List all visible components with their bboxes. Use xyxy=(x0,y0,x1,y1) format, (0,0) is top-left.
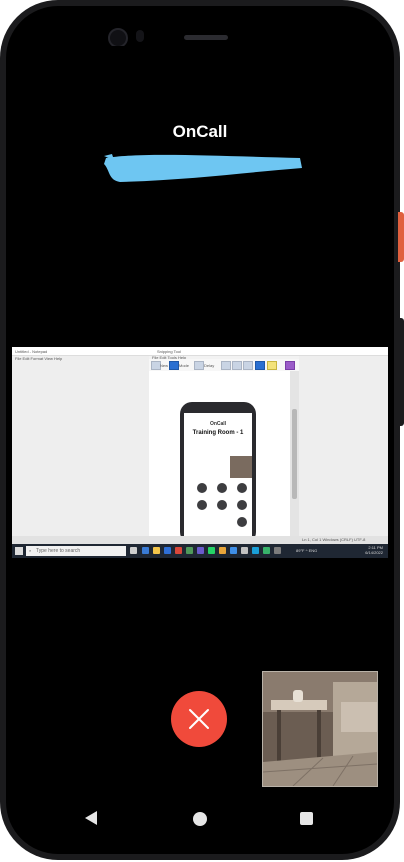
explorer-icon xyxy=(153,547,160,554)
excel-icon xyxy=(186,547,193,554)
taskbar-search-placeholder: Type here to search xyxy=(36,548,81,554)
highlighter-icon xyxy=(267,361,277,370)
self-view-frame xyxy=(263,672,377,786)
status-text: Ln 1, Col 1 Windows (CRLF) UTF-8 xyxy=(302,537,366,542)
word-icon xyxy=(164,547,171,554)
whatsapp-icon xyxy=(208,547,215,554)
delay-icon xyxy=(194,361,204,370)
snip-scrollbar xyxy=(290,371,299,544)
self-view-video[interactable] xyxy=(262,671,378,787)
mini-phone-screenshot: OnCall Training Room - 1 xyxy=(180,402,256,544)
snipping-taskbar-icon xyxy=(274,547,281,554)
redaction-scribble xyxy=(104,154,302,182)
pen-icon xyxy=(255,361,265,370)
taskview-icon xyxy=(130,547,137,554)
outlook-icon xyxy=(230,547,237,554)
mode-icon xyxy=(169,361,179,370)
close-icon xyxy=(189,709,209,729)
back-triangle-icon[interactable] xyxy=(84,810,98,826)
taskbar-search: ⌕ Type here to search xyxy=(26,546,126,556)
call-screen: OnCall Untitled - Notepad File Edit Form… xyxy=(12,46,388,798)
snip-mode-label: Mode xyxy=(179,363,190,368)
snipping-title: Snipping Tool xyxy=(157,349,181,354)
paint3d-icon xyxy=(285,361,295,370)
windows-taskbar: ⌕ Type here to search 89°F ^ ENG 2:11 PM… xyxy=(12,544,388,558)
volume-button xyxy=(398,318,404,426)
snip-delay-label: Delay xyxy=(204,363,215,368)
app4-icon xyxy=(263,547,270,554)
mini-mic-icon xyxy=(197,483,207,493)
save-icon xyxy=(221,361,231,370)
snip-new-label: New xyxy=(160,363,169,368)
recent-square-icon[interactable] xyxy=(300,812,313,825)
system-tray: 89°F ^ ENG xyxy=(296,548,318,553)
background-window xyxy=(299,347,388,544)
chrome-icon xyxy=(175,547,182,554)
mini-share-icon xyxy=(197,500,207,510)
mini-app-title: OnCall xyxy=(209,421,227,427)
mini-camera-icon xyxy=(217,483,227,493)
teams-icon xyxy=(197,547,204,554)
home-circle-icon[interactable] xyxy=(193,812,207,826)
windows-start-icon xyxy=(15,547,23,555)
app-icon xyxy=(219,547,226,554)
notepad-window: Untitled - Notepad File Edit Format View… xyxy=(12,347,150,544)
mini-call-screen: OnCall Training Room - 1 xyxy=(184,413,252,544)
copy-icon xyxy=(232,361,242,370)
app3-icon xyxy=(252,547,259,554)
app2-icon xyxy=(241,547,248,554)
snip-canvas: OnCall Training Room - 1 xyxy=(149,371,290,544)
mini-room-title: Training Room - 1 xyxy=(192,430,244,436)
search-icon: ⌕ xyxy=(29,548,32,553)
notepad-menu: File Edit Format View Help xyxy=(15,356,63,361)
taskbar-clock: 2:11 PM 6/14/2022 xyxy=(357,545,383,555)
mini-more-icon xyxy=(237,500,247,510)
edge-icon xyxy=(142,547,149,554)
mini-self-view xyxy=(230,456,252,478)
front-camera-icon xyxy=(108,28,128,48)
power-button xyxy=(398,212,404,262)
notepad-statusbar: Ln 1, Col 1 Windows (CRLF) UTF-8 xyxy=(12,536,388,544)
sensor-icon xyxy=(136,30,144,42)
clock-date: 6/14/2022 xyxy=(365,550,383,555)
mini-settings-icon xyxy=(237,517,247,527)
mini-chat-icon xyxy=(217,500,227,510)
shared-screen-video: Untitled - Notepad File Edit Format View… xyxy=(12,347,388,558)
snipping-tool-window: Snipping Tool File Edit Tools Help New M… xyxy=(149,347,300,544)
email-icon xyxy=(243,361,253,370)
earpiece-speaker xyxy=(184,35,228,40)
notepad-title: Untitled - Notepad xyxy=(15,349,48,354)
app-title: OnCall xyxy=(172,122,228,141)
mini-switch-icon xyxy=(237,483,247,493)
end-call-button[interactable] xyxy=(171,691,227,747)
